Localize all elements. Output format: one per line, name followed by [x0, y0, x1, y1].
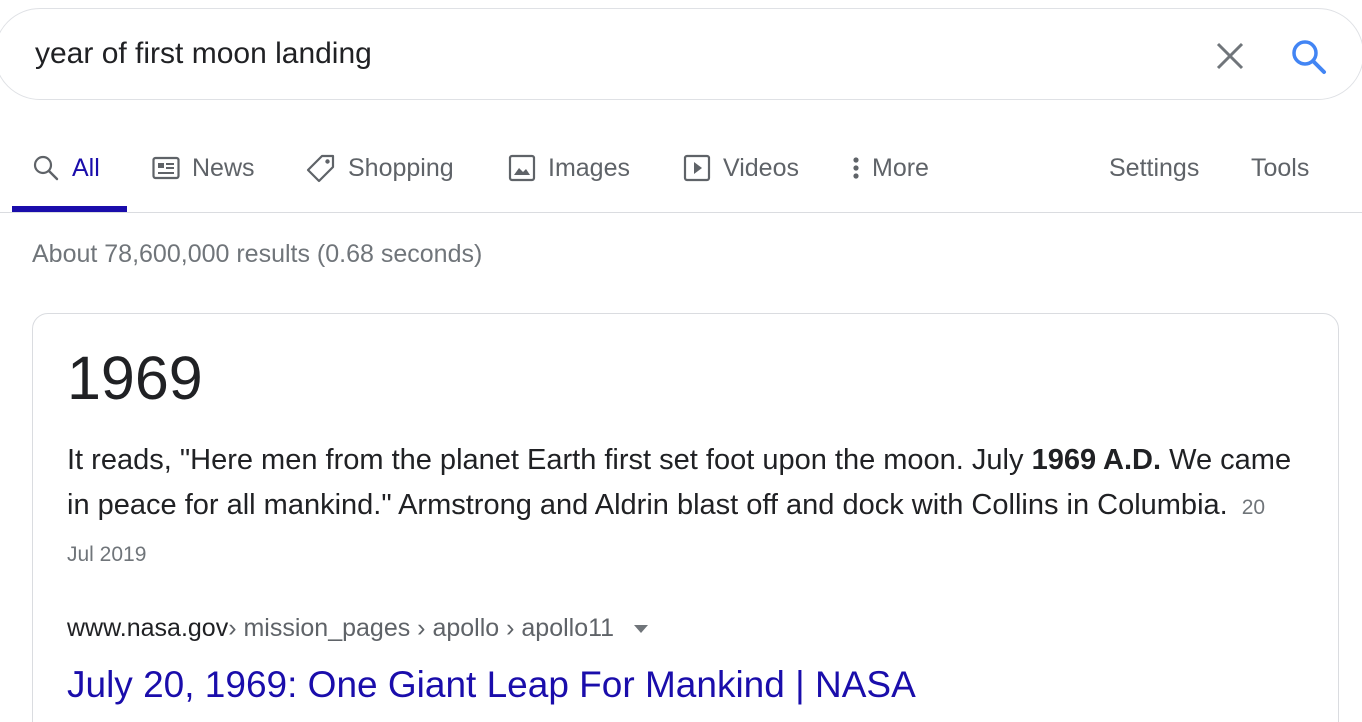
snippet-text: It reads, "Here men from the planet Eart… [67, 438, 1297, 577]
play-icon [683, 154, 711, 182]
answer-value: 1969 [67, 344, 203, 412]
tab-videos[interactable]: Videos [683, 150, 799, 186]
tab-label: More [872, 153, 929, 182]
cite-domain: www.nasa.gov [67, 614, 229, 642]
search-tabs: All News Shopping Images Videos More Set… [0, 120, 1362, 214]
tab-label: Images [548, 153, 630, 182]
tab-more[interactable]: More [850, 150, 929, 186]
tag-icon [306, 153, 336, 183]
cite-path: › mission_pages › apollo › apollo11 [228, 614, 615, 642]
search-button[interactable] [1287, 35, 1331, 79]
tools-label: Tools [1251, 153, 1310, 182]
tab-images[interactable]: Images [508, 150, 630, 186]
tab-label: News [192, 153, 255, 182]
image-icon [508, 154, 536, 182]
snippet-text-before: It reads, "Here men from the planet Eart… [67, 444, 1032, 476]
tabs-divider [0, 212, 1362, 213]
more-vert-icon [850, 154, 862, 182]
clear-search-button[interactable] [1209, 35, 1251, 77]
tab-all[interactable]: All [32, 150, 100, 186]
search-box[interactable]: year of first moon landing [0, 8, 1362, 100]
settings-label: Settings [1109, 153, 1200, 182]
snippet-text-bold: 1969 A.D. [1031, 444, 1162, 476]
chevron-down-icon[interactable] [634, 624, 649, 633]
tab-label: Videos [723, 153, 799, 182]
search-input[interactable]: year of first moon landing [35, 37, 372, 71]
news-icon [152, 156, 180, 180]
settings-button[interactable]: Settings [1109, 150, 1199, 186]
result-stats: About 78,600,000 results (0.68 seconds) [32, 240, 483, 268]
close-icon [1216, 42, 1244, 70]
search-icon [1292, 40, 1326, 74]
tab-label: All [72, 153, 100, 182]
tab-shopping[interactable]: Shopping [306, 150, 454, 186]
featured-snippet-card: 1969 It reads, "Here men from the planet… [32, 313, 1339, 722]
result-title-link[interactable]: July 20, 1969: One Giant Leap For Mankin… [67, 664, 916, 706]
tools-button[interactable]: Tools [1251, 150, 1309, 186]
search-icon [32, 154, 60, 182]
tab-label: Shopping [348, 153, 454, 182]
tab-news[interactable]: News [152, 150, 255, 186]
result-cite: www.nasa.gov › mission_pages › apollo › … [67, 614, 649, 643]
